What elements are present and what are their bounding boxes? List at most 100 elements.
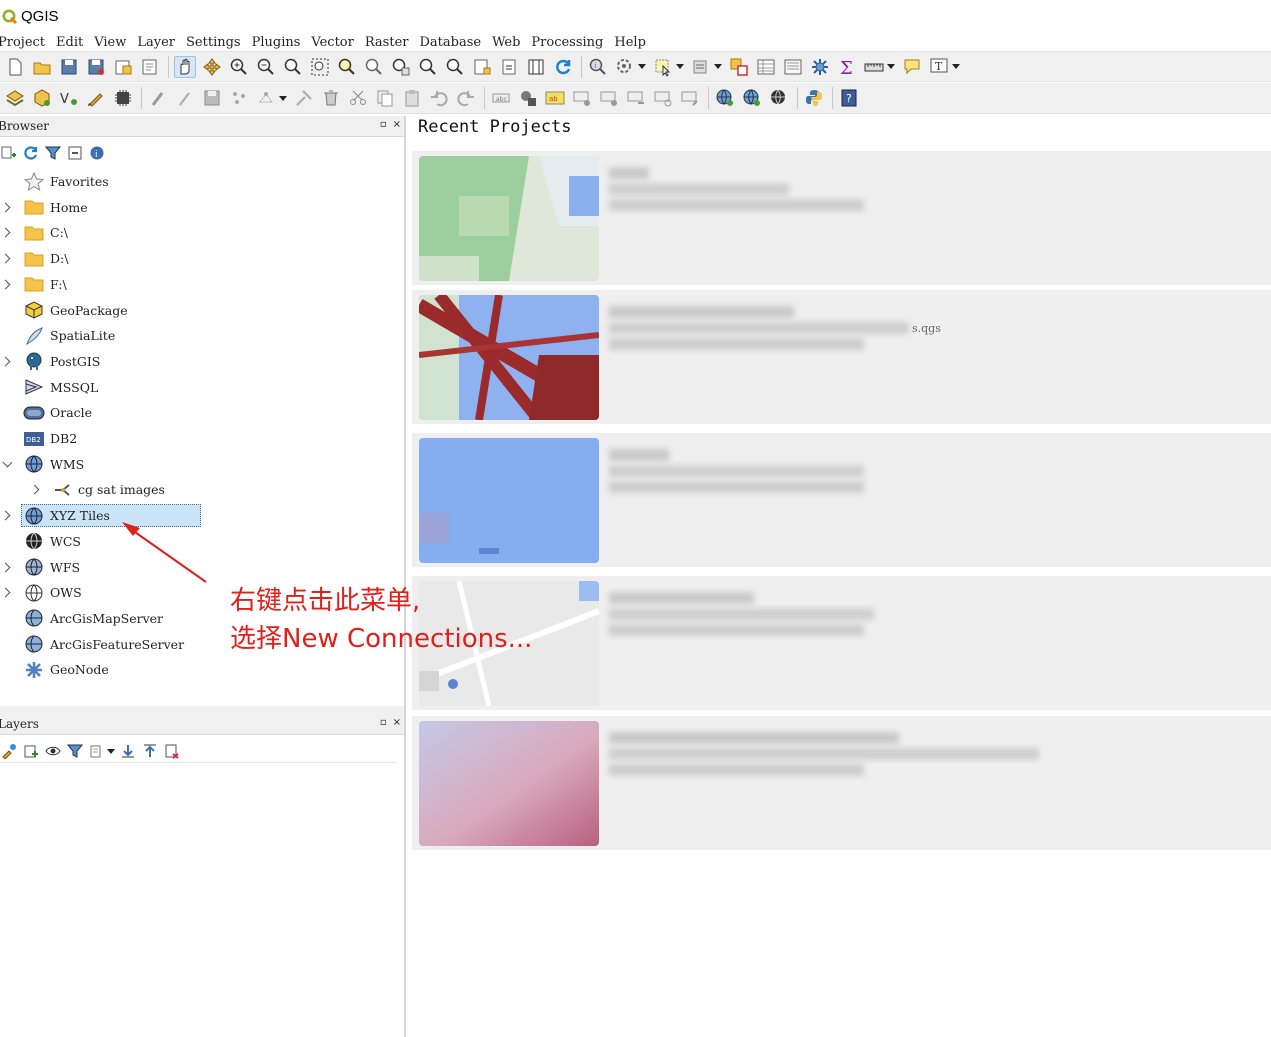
tree-item-wfs[interactable]: WFS (0, 555, 405, 580)
dock-splitter[interactable] (404, 116, 406, 1037)
zoom-full-icon[interactable] (309, 56, 331, 78)
statistical-summary-icon[interactable]: Σ (836, 56, 858, 78)
processing-toolbox-icon[interactable] (809, 56, 831, 78)
temporal-icon[interactable] (525, 56, 547, 78)
modify-attributes-icon[interactable] (293, 87, 315, 109)
save-as-icon[interactable] (85, 56, 107, 78)
tree-item-mssql[interactable]: MSSQL (0, 375, 405, 400)
actions-dropdown[interactable] (638, 56, 646, 78)
filter-icon[interactable] (44, 144, 62, 162)
annotation-dropdown[interactable] (952, 56, 960, 78)
tree-item-oracle[interactable]: Oracle (0, 400, 405, 425)
paste-features-icon[interactable] (401, 87, 423, 109)
recent-project-card[interactable]: s.qgs (412, 290, 1271, 424)
float-panel-icon[interactable]: ▫ (380, 717, 387, 728)
new-project-icon[interactable] (4, 56, 26, 78)
filter-icon[interactable] (66, 742, 84, 760)
recent-project-card[interactable] (412, 576, 1271, 710)
close-panel-icon[interactable]: × (393, 119, 401, 130)
show-hide-labels-icon[interactable] (598, 87, 620, 109)
add-group-icon[interactable] (22, 742, 40, 760)
collapse-all-icon[interactable] (141, 742, 159, 760)
label-toolbar-icon[interactable]: abc (490, 87, 512, 109)
recent-project-card[interactable] (412, 716, 1271, 850)
map-tips-icon[interactable] (901, 56, 923, 78)
visibility-icon[interactable] (44, 742, 62, 760)
open-project-icon[interactable] (31, 56, 53, 78)
tree-item-geonode[interactable]: GeoNode (0, 657, 405, 682)
rotate-label-icon[interactable] (652, 87, 674, 109)
style-icon[interactable] (0, 742, 18, 760)
tree-item-wms[interactable]: WMS (0, 452, 405, 477)
gps-icon[interactable] (112, 87, 134, 109)
properties-icon[interactable]: i (88, 144, 106, 162)
vertex-dropdown[interactable] (279, 87, 287, 109)
tree-item-db2[interactable]: DB2 DB2 (0, 426, 405, 451)
tree-item-wcs[interactable]: WCS (0, 529, 405, 554)
label-highlight-icon[interactable]: ab (544, 87, 566, 109)
expand-arrow-icon[interactable] (2, 202, 12, 212)
zoom-out-icon[interactable] (255, 56, 277, 78)
tree-item-postgis[interactable]: PostGIS (0, 349, 405, 374)
add-selected-icon[interactable] (0, 144, 18, 162)
expand-arrow-icon[interactable] (2, 562, 12, 572)
add-wms-layer-icon[interactable] (714, 87, 736, 109)
tree-item-spatialite[interactable]: SpatiaLite (0, 323, 405, 348)
tree-item-geopackage[interactable]: GeoPackage (0, 298, 405, 323)
zoom-to-layer-icon[interactable] (363, 56, 385, 78)
panel-splitter[interactable] (0, 706, 405, 714)
zoom-native-icon[interactable] (390, 56, 412, 78)
digitize-icon[interactable] (85, 87, 107, 109)
filter-legend-icon[interactable] (88, 742, 106, 760)
menu-help[interactable]: Help (614, 35, 646, 50)
tree-item-home[interactable]: Home (0, 195, 405, 220)
remove-layer-icon[interactable] (163, 742, 181, 760)
select-dropdown[interactable] (676, 56, 684, 78)
delete-selected-icon[interactable] (320, 87, 342, 109)
recent-project-card[interactable] (412, 151, 1271, 285)
toggle-editing-icon[interactable] (147, 87, 169, 109)
copy-features-icon[interactable] (374, 87, 396, 109)
menu-layer[interactable]: Layer (137, 35, 175, 50)
attribute-table-icon[interactable] (755, 56, 777, 78)
pan-to-selection-icon[interactable] (201, 56, 223, 78)
move-label-icon[interactable] (625, 87, 647, 109)
tree-item-f-drive[interactable]: F:\ (0, 272, 405, 297)
change-label-icon[interactable] (679, 87, 701, 109)
menu-edit[interactable]: Edit (56, 35, 83, 50)
tree-item-xyz-tiles[interactable]: XYZ Tiles (0, 503, 405, 528)
undo-icon[interactable] (428, 87, 450, 109)
expand-arrow-icon[interactable] (2, 254, 12, 264)
python-console-icon[interactable] (803, 87, 825, 109)
select-by-value-dropdown[interactable] (714, 56, 722, 78)
expand-arrow-icon[interactable] (2, 588, 12, 598)
field-calculator-icon[interactable] (782, 56, 804, 78)
zoom-next-icon[interactable] (444, 56, 466, 78)
pin-labels-icon[interactable] (571, 87, 593, 109)
menu-database[interactable]: Database (419, 35, 481, 50)
tree-item-favorites[interactable]: Favorites (0, 169, 405, 194)
filter-dropdown[interactable] (107, 740, 115, 762)
tree-item-d-drive[interactable]: D:\ (0, 246, 405, 271)
close-panel-icon[interactable]: × (393, 717, 401, 728)
save-edits-icon[interactable] (201, 87, 223, 109)
pan-map-icon[interactable] (174, 55, 196, 78)
select-by-value-icon[interactable] (690, 56, 712, 78)
identify-icon[interactable]: i (587, 56, 609, 78)
new-map-view-icon[interactable] (471, 56, 493, 78)
expand-arrow-icon[interactable] (2, 511, 12, 521)
new-geopackage-layer-icon[interactable] (31, 87, 53, 109)
collapse-arrow-icon[interactable] (2, 459, 12, 469)
menu-vector[interactable]: Vector (311, 35, 353, 50)
menu-project[interactable]: Project (0, 35, 45, 50)
save-project-icon[interactable] (58, 56, 80, 78)
label-diagram-icon[interactable] (517, 87, 539, 109)
menu-raster[interactable]: Raster (365, 35, 409, 50)
new-print-layout-icon[interactable] (112, 56, 134, 78)
redo-icon[interactable] (455, 87, 477, 109)
expand-arrow-icon[interactable] (2, 279, 12, 289)
menu-web[interactable]: Web (492, 35, 520, 50)
zoom-in-icon[interactable] (228, 56, 250, 78)
collapse-all-icon[interactable] (66, 144, 84, 162)
text-annotation-icon[interactable]: T (928, 56, 950, 78)
